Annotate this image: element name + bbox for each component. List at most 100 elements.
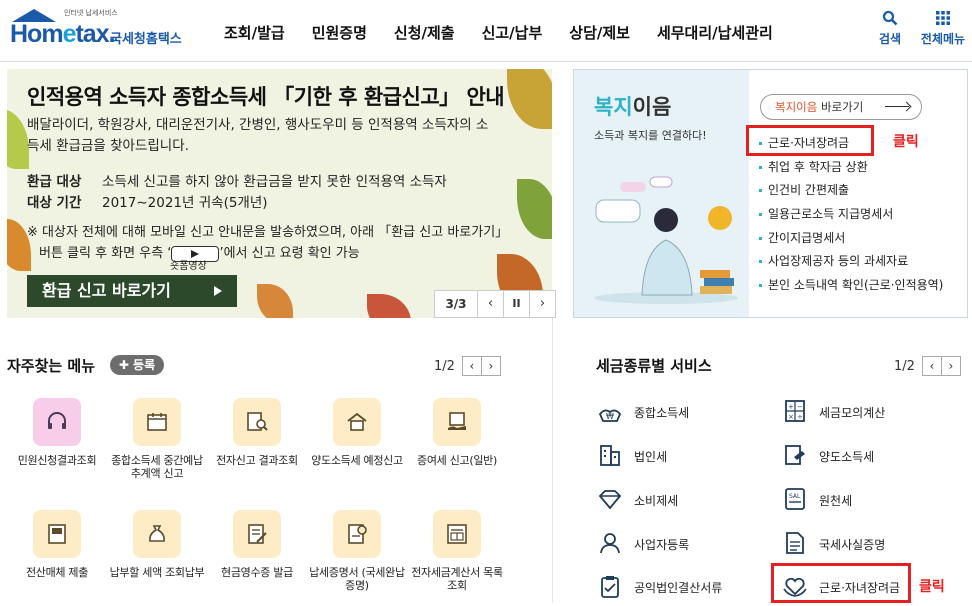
click-annotation: 클릭 [893, 134, 919, 150]
leaf-decoration [7, 109, 29, 169]
search-icon [874, 10, 906, 30]
fav-item-label: 납세증명서 (국세완납증명) [309, 566, 405, 592]
document-icon [781, 530, 809, 558]
all-menu-button[interactable]: 전체메뉴 [916, 10, 970, 47]
building-icon [596, 442, 624, 470]
period-value: 2017∼2021년 귀속(5개년) [102, 195, 268, 211]
clipboard-icon [596, 573, 624, 601]
favorites-page-indicator: 1/2 [434, 358, 455, 374]
receipt-icon [233, 510, 281, 558]
refund-report-button[interactable]: 환급 신고 바로가기 [27, 275, 237, 307]
tax-service-withholding[interactable]: SAL 원천세 [781, 486, 852, 514]
nav-item-apply[interactable]: 신청/제출 [394, 22, 455, 43]
tax-services-pager: 1/2 ‹ › [894, 356, 961, 376]
welfare-link-labor-cost[interactable]: 인건비 간편제출 [758, 179, 943, 203]
banner-controls: 3/3 ‹ II › [434, 290, 556, 318]
favorites-title: 자주찾는 메뉴 [7, 357, 96, 375]
fav-item-gift-tax[interactable]: 증여세 신고(일반) [407, 398, 507, 467]
person-icon [596, 530, 624, 558]
transfer-icon [781, 442, 809, 470]
period-label: 대상 기간 [27, 195, 82, 211]
refund-banner[interactable]: 인적용역 소득자 종합소득세 「기한 후 환급신고」 안내 배달라이더, 학원강… [7, 69, 552, 318]
logo-tagline: 인터넷 납세서비스 [64, 9, 118, 17]
banner-note: ※ 대상자 전체에 대해 모바일 신고 안내문을 발송하였으며, 아래 「환급 … [27, 222, 527, 264]
tax-service-label: 소비제세 [634, 493, 679, 508]
money-bag-icon [133, 510, 181, 558]
svg-text:SAL: SAL [789, 493, 801, 500]
tax-services-page-indicator: 1/2 [894, 358, 915, 374]
svg-text:−: − [797, 403, 803, 411]
invoice-list-icon [433, 510, 481, 558]
tax-service-corporate-tax[interactable]: 법인세 [596, 442, 667, 470]
nav-item-report-pay[interactable]: 신고/납부 [482, 22, 543, 43]
search-button[interactable]: 검색 [874, 10, 906, 47]
logo-wordmark: Hometax. [10, 20, 116, 48]
tax-service-simulator[interactable]: + − × ÷ 세금모의계산 [781, 398, 885, 426]
fav-item-tax-certificate[interactable]: 납세증명서 (국세완납증명) [307, 510, 407, 592]
tax-service-label: 종합소득세 [634, 405, 690, 420]
svg-text:₩: ₩ [606, 412, 614, 421]
banner-note-line2: 버튼 클릭 후 화면 우측 ‘’에서 신고 요령 확인 가능 [39, 245, 360, 262]
fav-item-label: 납부할 세액 조회납부 [109, 566, 205, 579]
fav-item-tax-payment[interactable]: 납부할 세액 조회납부 [107, 510, 207, 579]
fav-item-label: 전산매체 제출 [25, 566, 89, 579]
fav-item-cash-receipt[interactable]: 현금영수증 발급 [207, 510, 307, 579]
fav-item-e-filing-result[interactable]: 전자신고 결과조회 [207, 398, 307, 467]
document-search-icon [233, 398, 281, 446]
banner-title: 인적용역 소득자 종합소득세 「기한 후 환급신고」 안내 [27, 85, 505, 109]
tax-services-prev-button[interactable]: ‹ [921, 356, 942, 376]
banner-next-button[interactable]: › [529, 291, 555, 317]
welfare-link-income-check[interactable]: 본인 소득내역 확인(근로·인적용역) [758, 274, 943, 298]
target-label: 환급 대상 [27, 174, 82, 190]
calendar-icon [133, 398, 181, 446]
fav-item-media-submit[interactable]: 전산매체 제출 [7, 510, 107, 579]
favorites-next-button[interactable]: › [480, 356, 501, 376]
banner-prev-button[interactable]: ‹ [477, 291, 503, 317]
nav-item-agent[interactable]: 세무대리/납세관리 [657, 22, 773, 43]
tax-service-capital-gains[interactable]: 양도소득세 [781, 442, 874, 470]
nav-item-consult[interactable]: 상담/제보 [569, 22, 630, 43]
tax-services-title: 세금종류별 서비스 [596, 357, 712, 375]
diamond-icon [596, 486, 624, 514]
headset-icon [33, 398, 81, 446]
welfare-link-workplace-provider[interactable]: 사업장제공자 등의 과세자료 [758, 250, 943, 274]
tax-services-next-button[interactable]: › [940, 356, 961, 376]
arrow-right-icon [885, 106, 909, 107]
banner-pause-button[interactable]: II [503, 291, 529, 317]
tax-service-consumption-tax[interactable]: 소비제세 [596, 486, 678, 514]
welfare-link-daily-wage[interactable]: 일용근로소득 지급명세서 [758, 203, 943, 227]
tax-service-fact-certificate[interactable]: 국세사실증명 [781, 530, 885, 558]
welfare-illustration [594, 176, 738, 304]
welfare-shortcut-button[interactable]: 복지이음 바로가기 [760, 94, 922, 120]
fav-item-label: 전자신고 결과조회 [216, 454, 298, 467]
banner-description: 배달라이더, 학원강사, 대리운전기사, 간병인, 행사도우미 등 인적용역 소… [27, 117, 489, 154]
leaf-decoration [367, 294, 411, 318]
fav-item-complaint-result[interactable]: 민원신청결과조회 [7, 398, 107, 467]
welfare-link-student-loan[interactable]: 취업 후 학자금 상환 [758, 156, 943, 180]
favorites-prev-button[interactable]: ‹ [461, 356, 482, 376]
welfare-subtitle: 소득과 복지를 연결하다! [594, 129, 707, 142]
favorites-register-button[interactable]: ✚ 등록 [110, 355, 164, 375]
nav-item-certificates[interactable]: 민원증명 [312, 22, 367, 43]
click-annotation: 클릭 [919, 579, 945, 595]
tax-service-income-tax[interactable]: ₩ 종합소득세 [596, 398, 689, 426]
fav-item-capital-gains[interactable]: 양도소득세 예정신고 [307, 398, 407, 467]
welfare-panel: 복지이음 소득과 복지를 연결하다! 복지이음 바로가기 근로·자녀장려금 취업… [573, 69, 968, 318]
tax-service-label: 국세사실증명 [819, 537, 886, 552]
banner-note-line1: ※ 대상자 전체에 대해 모바일 신고 안내문을 발송하였으며, 아래 「환급 … [27, 225, 509, 240]
leaf-decoration [507, 69, 552, 129]
nav-item-inquiry[interactable]: 조회/발급 [224, 22, 285, 43]
media-icon [33, 510, 81, 558]
fav-item-e-invoice-list[interactable]: 전자세금계산서 목록조회 [407, 510, 507, 592]
tax-service-label: 법인세 [634, 449, 668, 464]
highlight-box [746, 125, 874, 156]
income-tax-icon: ₩ [596, 398, 624, 426]
leaf-decoration [257, 284, 293, 318]
fav-item-interim-prepayment[interactable]: 종합소득세 중간예납추계액 신고 [107, 398, 207, 480]
fav-item-label: 양도소득세 예정신고 [311, 454, 403, 467]
hometax-logo[interactable]: 인터넷 납세서비스 Hometax. 국세청홈택스 [6, 8, 196, 54]
welfare-link-simple-payment[interactable]: 간이지급명세서 [758, 227, 943, 251]
tax-service-business-registration[interactable]: 사업자등록 [596, 530, 689, 558]
tax-service-public-corp-docs[interactable]: 공익법인결산서류 [596, 573, 722, 601]
fav-item-label: 증여세 신고(일반) [417, 454, 497, 467]
